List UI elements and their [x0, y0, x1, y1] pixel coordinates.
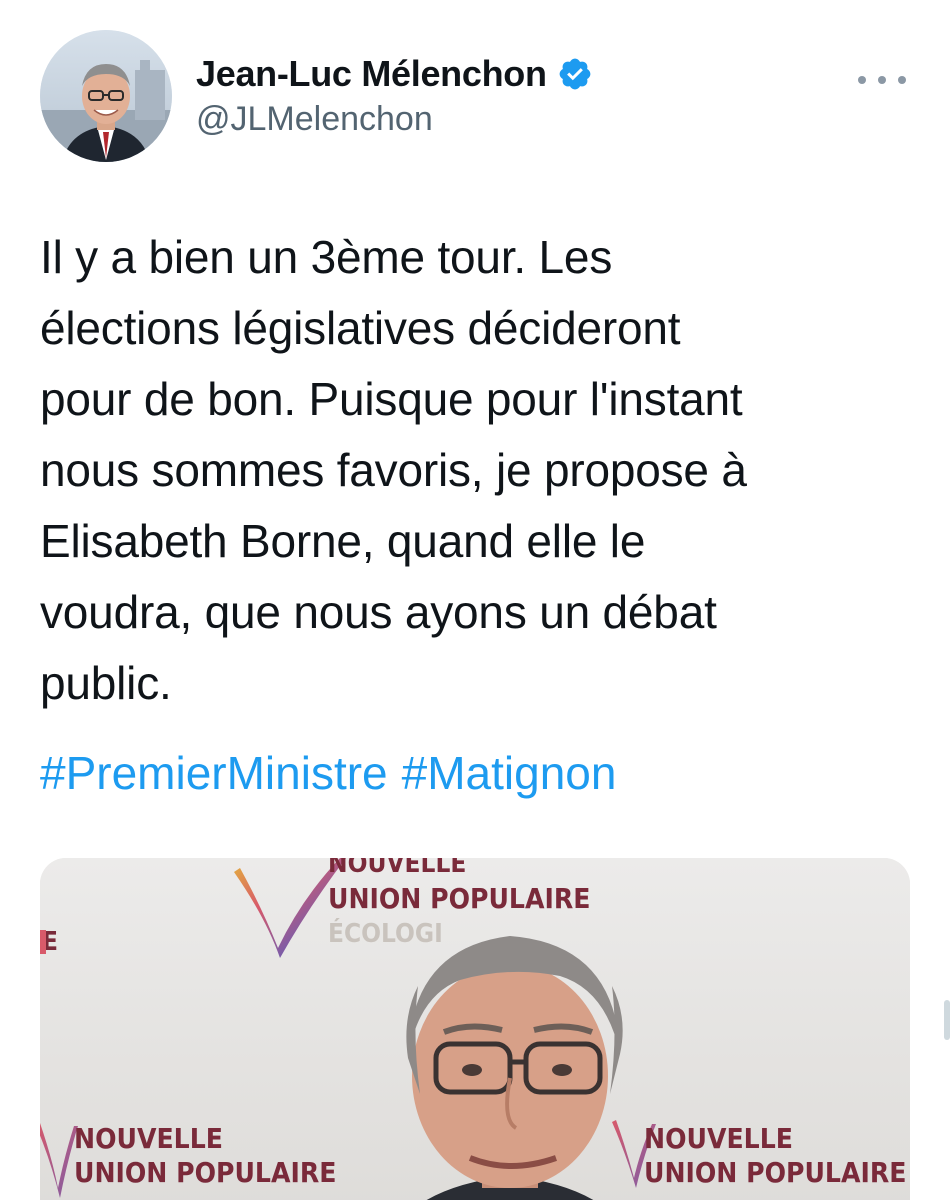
banner-bottom-left-line1: NOUVELLE — [74, 1122, 223, 1155]
author-block: Jean-Luc Mélenchon @JLMelenchon — [196, 52, 593, 139]
banner-bottom-right-line2: UNION POPULAIRE — [644, 1156, 906, 1189]
banner-top-line1: NOUVELLE — [328, 858, 466, 879]
tweet: Jean-Luc Mélenchon @JLMelenchon Il y a b… — [0, 0, 950, 1200]
more-options-icon — [858, 76, 866, 84]
name-row: Jean-Luc Mélenchon — [196, 52, 593, 96]
banner-bottom-left-line2: UNION POPULAIRE — [74, 1156, 336, 1189]
verified-badge-icon — [557, 56, 593, 92]
banner-top-line2: UNION POPULAIRE — [328, 882, 590, 915]
more-options-button[interactable] — [858, 60, 906, 100]
hashtag-link[interactable]: #PremierMinistre — [40, 747, 388, 799]
handle[interactable]: @JLMelenchon — [196, 100, 593, 139]
media-image[interactable]: NOUVELLE UNION POPULAIRE ÉCOLOGI E NOUVE… — [40, 858, 910, 1200]
hashtag-link[interactable]: #Matignon — [402, 747, 617, 799]
tweet-text: Il y a bien un 3ème tour. Les élections … — [40, 231, 747, 709]
display-name[interactable]: Jean-Luc Mélenchon — [196, 53, 547, 95]
banner-top-line3: ÉCOLOGI — [328, 917, 443, 949]
avatar-photo — [40, 30, 172, 162]
banner-bottom-right-line1: NOUVELLE — [644, 1122, 793, 1155]
more-options-icon-dot — [898, 76, 906, 84]
scrollbar[interactable] — [944, 1000, 950, 1040]
media-photo: NOUVELLE UNION POPULAIRE ÉCOLOGI E NOUVE… — [40, 858, 910, 1200]
more-options-icon-dot — [878, 76, 886, 84]
hashtags: #PremierMinistre #Matignon — [40, 738, 630, 809]
avatar[interactable] — [40, 30, 172, 162]
